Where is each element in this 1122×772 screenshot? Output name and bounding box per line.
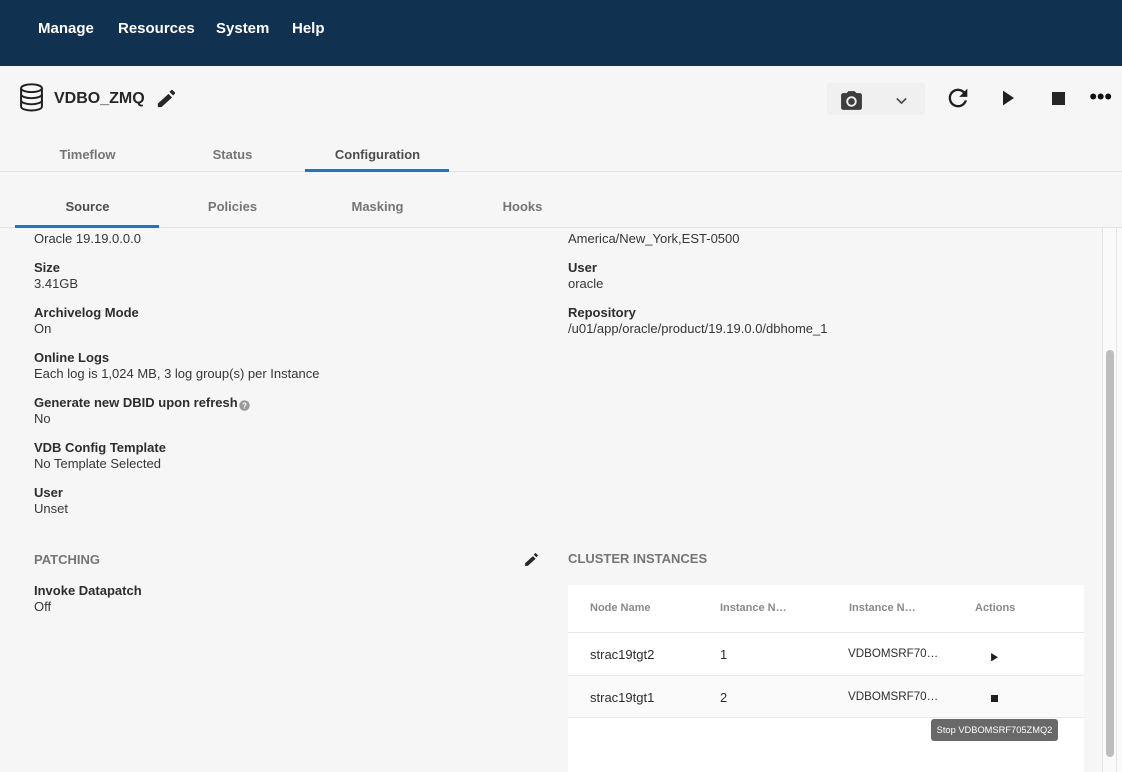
svg-text:?: ? — [242, 401, 247, 410]
